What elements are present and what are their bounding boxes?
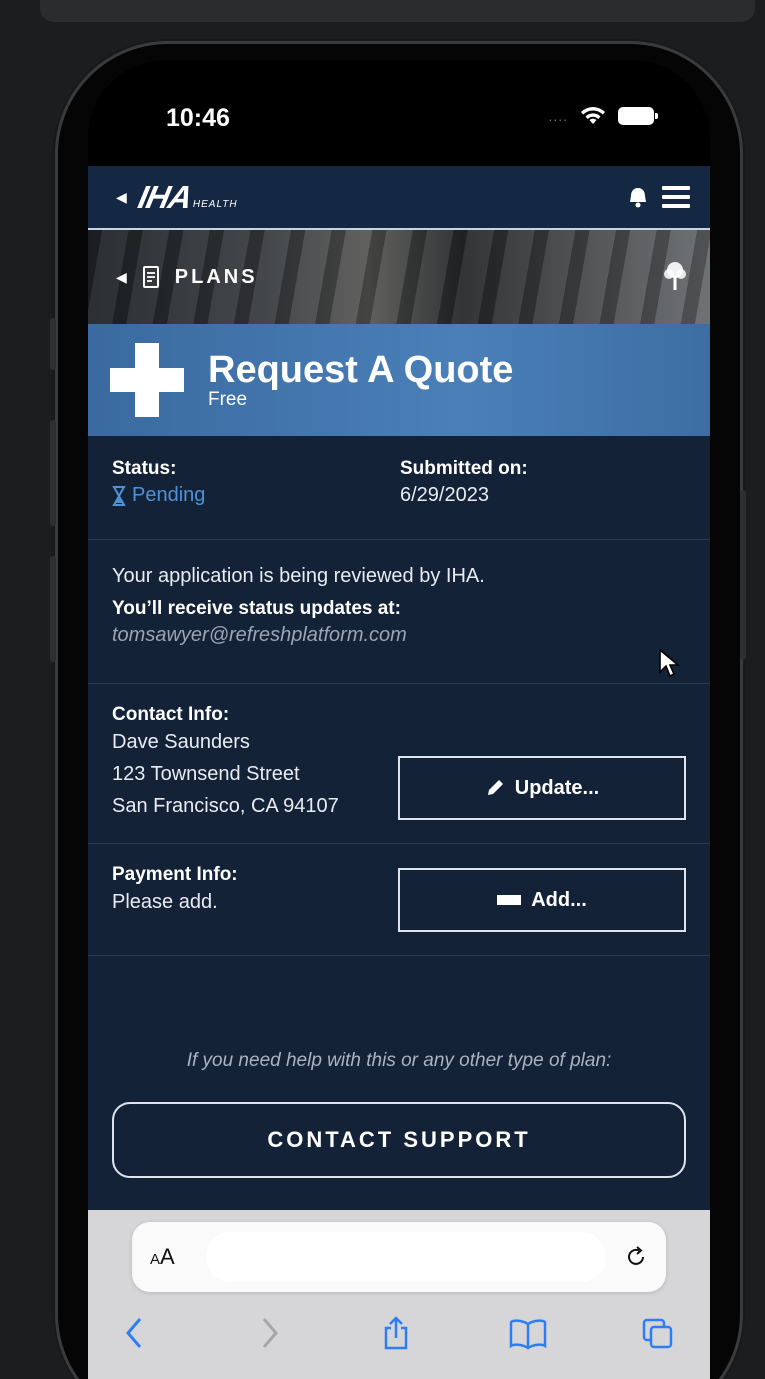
- help-area: If you need help with this or any other …: [88, 956, 710, 1178]
- side-button-volume-down: [50, 556, 56, 662]
- document-icon: [142, 266, 159, 288]
- address-bar[interactable]: AA: [132, 1222, 666, 1292]
- update-button-label: Update...: [514, 776, 600, 799]
- updates-label: You’ll receive status updates at:: [112, 598, 401, 619]
- logo-main-text: IHA: [134, 179, 195, 215]
- status-badge: Pending: [112, 484, 400, 507]
- safari-browser-chrome: AA: [88, 1210, 710, 1379]
- text-size-small-a: A: [150, 1251, 161, 1268]
- side-button-volume-up: [50, 420, 56, 526]
- status-section: Status: Pending Submitted on: 6/29/2023: [88, 436, 710, 540]
- payment-section: Payment Info: Please add. Add...: [88, 844, 710, 956]
- bell-icon[interactable]: [628, 186, 648, 208]
- url-field[interactable]: [206, 1232, 606, 1282]
- mouse-cursor-icon: [659, 648, 680, 678]
- clock: 10:46: [166, 104, 230, 132]
- add-button-label: Add...: [531, 888, 587, 911]
- reload-icon[interactable]: [624, 1245, 648, 1269]
- back-arrow-icon[interactable]: [124, 1316, 144, 1350]
- forward-arrow-icon[interactable]: [260, 1316, 280, 1350]
- quote-header: Request A Quote Free: [88, 324, 710, 436]
- review-section: Your application is being reviewed by IH…: [88, 540, 710, 684]
- wifi-icon: [581, 107, 605, 124]
- back-icon[interactable]: ◀: [116, 189, 127, 206]
- tabs-icon[interactable]: [640, 1316, 676, 1350]
- page-subtitle: Free: [208, 389, 248, 410]
- plus-icon: [110, 343, 184, 417]
- submitted-label: Submitted on:: [400, 458, 528, 479]
- phone-screen: 10:46 .... ◀ IHA HEALTH ◀ PLANS Request …: [88, 60, 710, 1379]
- status-value: Pending: [132, 484, 206, 506]
- browser-toolbar: [88, 1308, 710, 1358]
- update-contact-button[interactable]: Update...: [398, 756, 686, 820]
- status-label: Status:: [112, 458, 177, 479]
- navbar-actions: [628, 186, 690, 208]
- add-payment-button[interactable]: Add...: [398, 868, 686, 932]
- battery-icon: [618, 107, 658, 125]
- submitted-date: 6/29/2023: [400, 484, 489, 506]
- contact-section: Contact Info: Dave Saunders 123 Townsend…: [88, 684, 710, 844]
- notification-email: tomsawyer@refreshplatform.com: [112, 624, 407, 646]
- submitted-column: Submitted on: 6/29/2023: [400, 458, 528, 539]
- contact-name: Dave Saunders: [112, 731, 250, 753]
- bookmarks-icon[interactable]: [508, 1316, 548, 1350]
- share-icon[interactable]: [382, 1316, 410, 1350]
- text-size-large-a: A: [160, 1244, 175, 1269]
- side-button-silent: [50, 318, 56, 370]
- pencil-icon: [487, 780, 503, 795]
- status-column: Status: Pending: [112, 458, 400, 539]
- contact-support-button[interactable]: CONTACT SUPPORT: [112, 1102, 686, 1178]
- help-text: If you need help with this or any other …: [186, 1050, 612, 1071]
- logo-sub-text: HEALTH: [192, 199, 238, 210]
- side-button-power: [740, 490, 746, 660]
- text-size-button[interactable]: AA: [150, 1244, 206, 1270]
- top-navbar: ◀ IHA HEALTH: [88, 166, 710, 230]
- page-title: Request A Quote: [208, 349, 514, 391]
- status-bar: 10:46 ....: [88, 60, 710, 166]
- status-icons: ....: [548, 106, 658, 126]
- plans-breadcrumb-banner[interactable]: ◀ PLANS: [88, 230, 710, 324]
- hamburger-icon[interactable]: [662, 186, 690, 208]
- window-top-strip: [40, 0, 755, 22]
- plans-label: PLANS: [174, 265, 258, 288]
- hourglass-icon: [112, 485, 126, 506]
- contact-label: Contact Info:: [112, 704, 230, 725]
- iha-health-logo[interactable]: IHA HEALTH: [134, 179, 238, 215]
- credit-card-icon: [497, 895, 522, 905]
- tree-icon: [664, 262, 686, 290]
- signal-dots: ....: [548, 108, 568, 124]
- back-icon[interactable]: ◀: [116, 269, 127, 286]
- review-message: Your application is being reviewed by IH…: [112, 565, 485, 587]
- quote-titles: Request A Quote Free: [208, 350, 513, 410]
- app-content: ◀ IHA HEALTH ◀ PLANS Request A Quote Fre…: [88, 166, 710, 1210]
